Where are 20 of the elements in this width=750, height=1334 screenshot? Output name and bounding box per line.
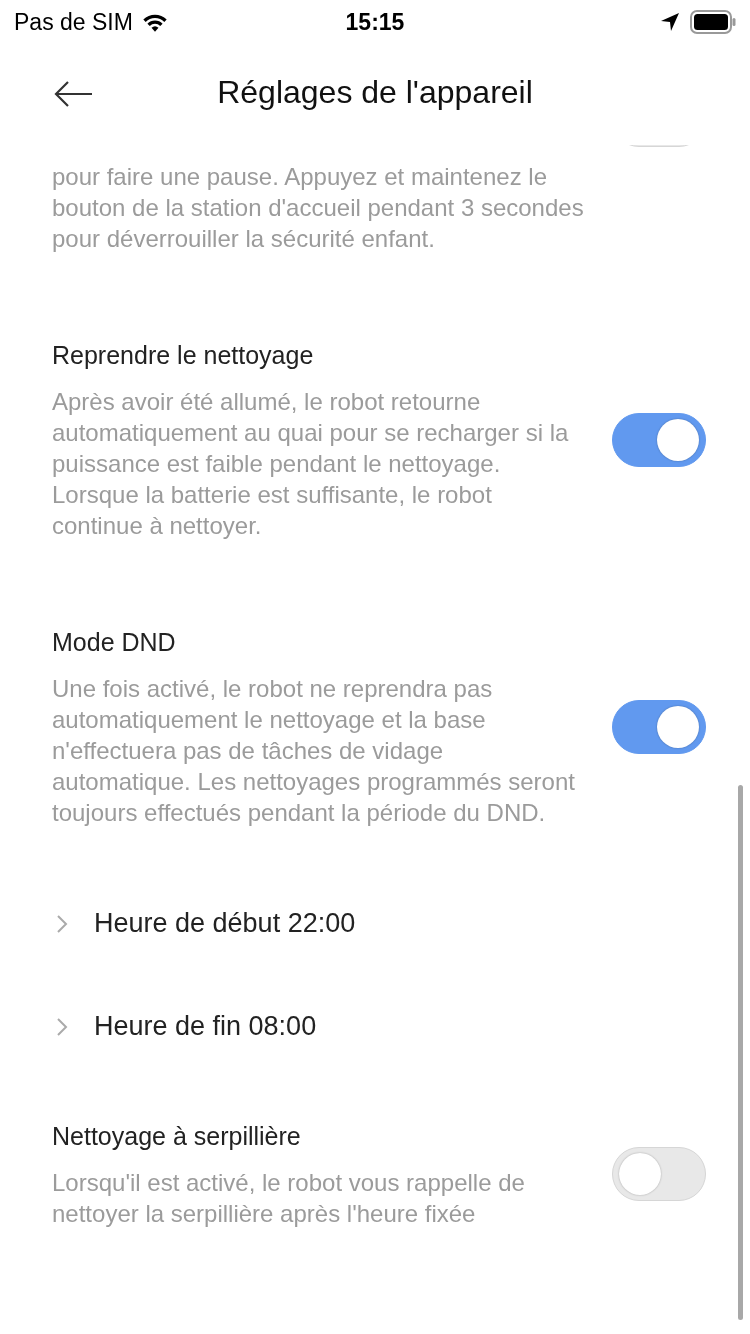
setting-title: Nettoyage à serpillière xyxy=(52,1121,302,1152)
toggle-switch[interactable] xyxy=(612,412,706,467)
toggle-switch[interactable] xyxy=(612,699,706,754)
back-arrow-icon[interactable] xyxy=(54,80,94,108)
setting-description: pour faire une pause. Appuyez et maintenez le bouton de la station d'accueil pendant 3 secondes pour déverrouiller la sécurité enfant. xyxy=(52,162,585,254)
carrier-label: Pas de SIM xyxy=(14,8,133,36)
toggle-switch[interactable] xyxy=(612,1147,706,1201)
chevron-right-icon xyxy=(56,1016,68,1037)
time-setting-row[interactable]: Heure de fin 08:00 xyxy=(0,975,750,1078)
setting-description: Une fois activé, le robot ne reprendra pas automatiquement le nettoyage et la base n'effectuera pas de tâches de vidage automatique. Les nettoyages programmés seront toujours effectués pendant la période du DND. xyxy=(52,674,576,828)
chevron-right-icon xyxy=(56,913,68,934)
setting-title: Reprendre le nettoyage xyxy=(52,340,315,371)
setting-description: Après avoir été allumé, le robot retourne automatiquement au quai pour se recharger si la puissance est faible pendant le nettoyage. Lorsque la batterie est suffisante, le robot continue à nettoyer. xyxy=(52,387,570,541)
location-arrow-icon xyxy=(660,12,680,32)
setting-title: Mode DND xyxy=(52,627,177,658)
page-title: Réglages de l'appareil xyxy=(217,74,533,112)
clock-time: 15:15 xyxy=(344,8,406,36)
battery-icon xyxy=(690,10,736,34)
setting-description: Lorsqu'il est activé, le robot vous rappelle de nettoyer la serpillière après l'heure fixée xyxy=(52,1168,526,1229)
time-setting-row[interactable]: Heure de début 22:00 xyxy=(0,872,750,975)
